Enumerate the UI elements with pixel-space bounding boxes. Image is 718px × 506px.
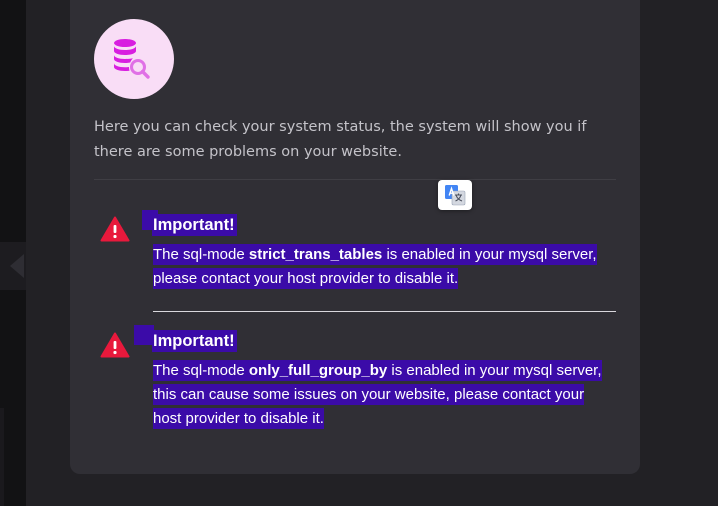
alert-title: Important! bbox=[152, 214, 237, 236]
alert-message-prefix: The sql-mode bbox=[153, 362, 249, 379]
sql-mode-name: only_full_group_by bbox=[248, 362, 388, 379]
alert-message: The sql-mode only_full_group_by is enabl… bbox=[153, 359, 615, 431]
collapse-arrow-icon[interactable] bbox=[10, 254, 24, 278]
warning-triangle-icon bbox=[100, 332, 130, 358]
left-panel-lower bbox=[0, 408, 4, 506]
section-divider bbox=[94, 179, 616, 180]
alert-message: The sql-mode strict_trans_tables is enab… bbox=[153, 243, 623, 291]
alert-divider bbox=[153, 311, 616, 312]
system-status-card: Here you can check your system status, t… bbox=[70, 0, 640, 474]
sql-mode-name: strict_trans_tables bbox=[248, 246, 383, 263]
selection-highlight bbox=[134, 325, 154, 345]
warning-triangle-icon bbox=[100, 216, 130, 242]
google-translate-icon[interactable] bbox=[438, 180, 472, 210]
alert-title: Important! bbox=[152, 330, 237, 352]
alert-message-prefix: The sql-mode bbox=[153, 246, 249, 263]
database-search-icon bbox=[94, 19, 174, 99]
status-description: Here you can check your system status, t… bbox=[94, 119, 587, 160]
